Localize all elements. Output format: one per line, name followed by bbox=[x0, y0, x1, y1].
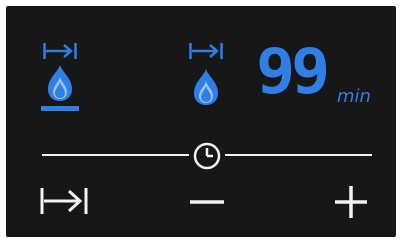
boost-arrow-icon bbox=[189, 43, 223, 59]
divider-right bbox=[225, 154, 372, 156]
clock-icon[interactable] bbox=[192, 141, 222, 171]
flame-icon bbox=[48, 65, 72, 101]
flame-icon bbox=[194, 69, 218, 105]
timer-unit: min bbox=[337, 86, 371, 107]
minus-icon[interactable] bbox=[189, 199, 225, 205]
burner-1-underline bbox=[41, 106, 79, 111]
timer-display: 99 bbox=[256, 35, 330, 108]
cooktop-control-panel: 99 min bbox=[6, 6, 396, 237]
boost-arrow-icon bbox=[43, 43, 77, 59]
boost-arrow-icon[interactable] bbox=[40, 186, 88, 216]
burner-2-indicator[interactable] bbox=[186, 42, 226, 114]
plus-icon[interactable] bbox=[334, 185, 368, 219]
burner-1-indicator[interactable] bbox=[40, 42, 80, 114]
divider-left bbox=[42, 154, 189, 156]
